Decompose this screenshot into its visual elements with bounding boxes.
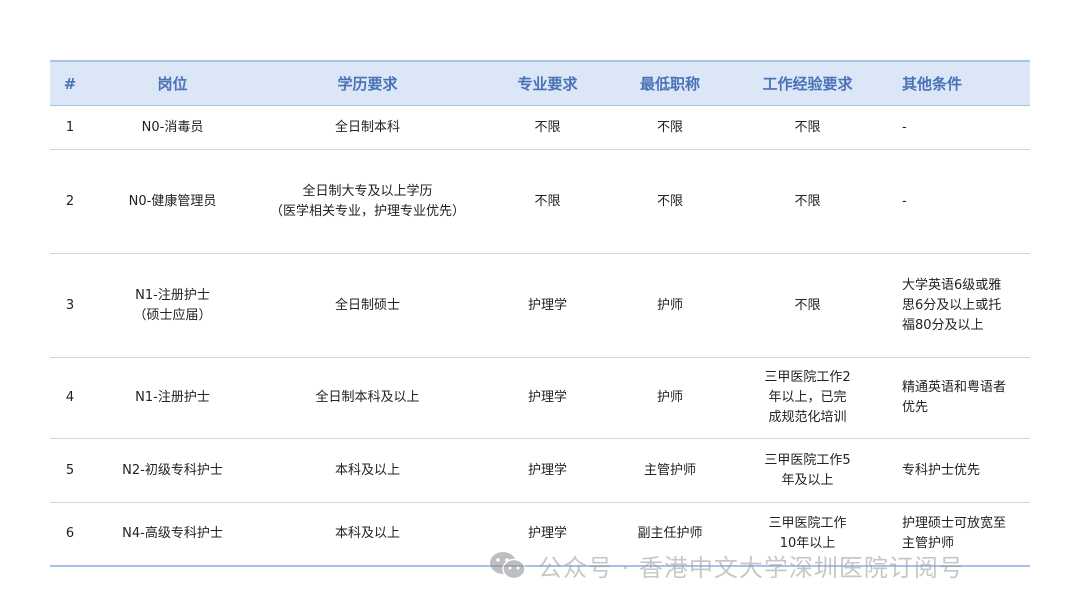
cell-education: 本科及以上 <box>334 462 400 478</box>
watermark-text: 公众号 · 香港中文大学深圳医院订阅号 <box>538 554 964 582</box>
page: # 岗位 学历要求 专业要求 最低职称 工作经验要求 其他条件 1 N0-消毒员… <box>0 0 1080 608</box>
cell-num: 1 <box>65 119 75 135</box>
cell-position: N1-注册护士 <box>135 390 210 405</box>
cell-num: 2 <box>65 193 75 209</box>
cell-major: 护理学 <box>527 390 567 405</box>
cell-education: 全日制本科 <box>334 119 400 135</box>
table-row: 3 N1-注册护士 （硕士应届） 全日制硕士 护理学 护师 不限 大学英语6级或… <box>50 254 1030 358</box>
cell-position: N4-高级专科护士 <box>122 526 223 541</box>
cell-experience: 不限 <box>794 193 821 209</box>
cell-other: - <box>902 193 907 209</box>
cell-major: 不限 <box>534 193 561 209</box>
table-row: 4 N1-注册护士 全日制本科及以上 护理学 护师 三甲医院工作2年以上，已完成… <box>50 358 1030 439</box>
cell-position: N0-健康管理员 <box>128 193 217 209</box>
cell-title: 护师 <box>656 390 683 405</box>
cell-experience: 三甲医院工作5年及以上 <box>764 452 851 488</box>
cell-title: 护师 <box>656 297 683 313</box>
cell-major: 护理学 <box>527 462 567 478</box>
cell-other: 大学英语6级或雅思6分及以上或托福80分及以上 <box>902 277 1002 333</box>
cell-other: 专科护士优先 <box>902 462 981 478</box>
table-header: # 岗位 学历要求 专业要求 最低职称 工作经验要求 其他条件 <box>50 60 1030 106</box>
cell-education: 全日制大专及以上学历 （医学相关专业，护理专业优先） <box>269 183 465 219</box>
cell-position: N1-注册护士 （硕士应届） <box>133 287 212 323</box>
cell-major: 护理学 <box>527 297 567 313</box>
table-row: 2 N0-健康管理员 全日制大专及以上学历 （医学相关专业，护理专业优先） 不限… <box>50 150 1030 254</box>
header-title: 最低职称 <box>639 75 700 93</box>
cell-other: 精通英语和粤语者优先 <box>902 380 1007 415</box>
cell-position: N0-消毒员 <box>141 119 204 135</box>
cell-title: 不限 <box>656 119 683 135</box>
cell-title: 主管护师 <box>643 462 696 478</box>
cell-num: 3 <box>65 297 75 313</box>
header-other: 其他条件 <box>902 75 963 93</box>
cell-experience: 不限 <box>794 297 821 313</box>
table-row: 1 N0-消毒员 全日制本科 不限 不限 不限 - <box>50 106 1030 150</box>
header-num: # <box>63 74 77 93</box>
header-position: 岗位 <box>157 75 188 93</box>
cell-num: 4 <box>65 390 75 405</box>
cell-num: 5 <box>65 462 75 478</box>
cell-experience: 不限 <box>794 119 821 135</box>
header-major: 专业要求 <box>517 75 578 93</box>
header-experience: 工作经验要求 <box>762 75 853 93</box>
cell-education: 全日制本科及以上 <box>315 390 420 405</box>
cell-position: N2-初级专科护士 <box>122 462 223 478</box>
cell-major: 不限 <box>534 119 561 135</box>
watermark: 公众号 · 香港中文大学深圳医院订阅号 <box>488 548 964 583</box>
wechat-icon <box>490 551 526 579</box>
header-education: 学历要求 <box>337 75 398 93</box>
cell-other: - <box>902 119 907 135</box>
table-row: 5 N2-初级专科护士 本科及以上 护理学 主管护师 三甲医院工作5年及以上 专… <box>50 439 1030 503</box>
cell-education: 本科及以上 <box>334 526 400 541</box>
cell-title: 不限 <box>656 193 683 209</box>
cell-num: 6 <box>65 526 75 541</box>
recruitment-table: # 岗位 学历要求 专业要求 最低职称 工作经验要求 其他条件 1 N0-消毒员… <box>50 60 1030 565</box>
cell-education: 全日制硕士 <box>334 297 400 313</box>
cell-experience: 三甲医院工作2年以上，已完成规范化培训 <box>764 370 851 425</box>
